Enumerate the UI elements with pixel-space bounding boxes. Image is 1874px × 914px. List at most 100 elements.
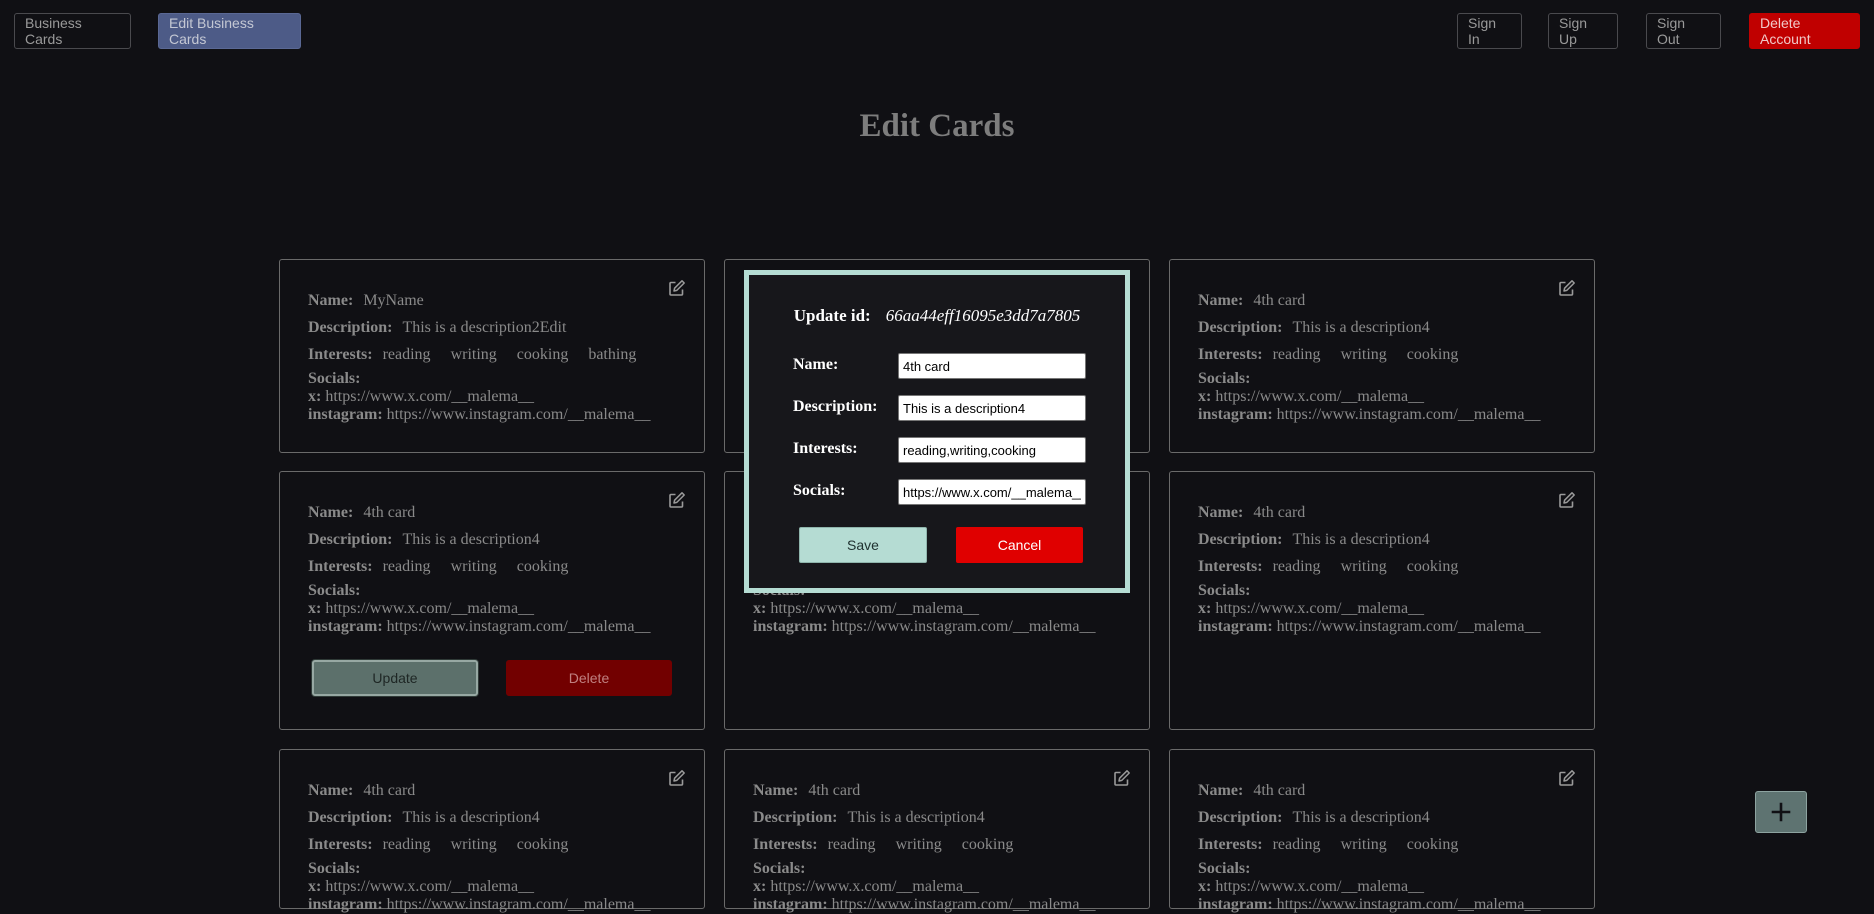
card-name: MyName xyxy=(363,292,424,309)
business-card: Name: MyName Description: This is a descri… xyxy=(279,259,705,453)
instagram-link[interactable]: https://www.instagram.com/__malema__ xyxy=(832,896,1096,913)
interest-tag: writing xyxy=(450,346,497,363)
x-label: x: xyxy=(1198,388,1212,405)
description-label: Description: xyxy=(1198,319,1283,336)
instagram-link[interactable]: https://www.instagram.com/__malema__ xyxy=(1277,896,1541,913)
name-input[interactable] xyxy=(898,353,1086,379)
business-card: Name: 4th card Description: This is a desc… xyxy=(1169,259,1595,453)
plus-icon xyxy=(1771,802,1791,822)
x-link[interactable]: https://www.x.com/__malema__ xyxy=(770,878,979,895)
interests-input[interactable] xyxy=(898,437,1086,463)
interests-label: Interests: xyxy=(308,346,373,363)
socials-label: Socials: xyxy=(308,582,361,599)
x-link[interactable]: https://www.x.com/__malema__ xyxy=(770,600,979,617)
x-label: x: xyxy=(1198,600,1212,617)
instagram-label: instagram: xyxy=(1198,896,1273,913)
delete-button[interactable]: Delete xyxy=(506,660,672,696)
interest-tag: reading xyxy=(382,558,431,575)
delete-account-button[interactable]: Delete Account xyxy=(1749,13,1860,49)
update-button[interactable]: Update xyxy=(312,660,478,696)
card-name: 4th card xyxy=(808,782,861,799)
cancel-button[interactable]: Cancel xyxy=(956,527,1083,563)
interest-tag: reading xyxy=(1272,558,1321,575)
x-label: x: xyxy=(308,878,322,895)
business-card: Name: 4th card Description: This is a desc… xyxy=(279,471,705,730)
interest-tag: writing xyxy=(450,558,497,575)
instagram-label: instagram: xyxy=(753,618,828,635)
instagram-label: instagram: xyxy=(308,896,383,913)
description-input[interactable] xyxy=(898,395,1086,421)
instagram-link[interactable]: https://www.instagram.com/__malema__ xyxy=(387,618,651,635)
modal-name-label: Name: xyxy=(793,356,839,373)
x-link[interactable]: https://www.x.com/__malema__ xyxy=(1215,878,1424,895)
instagram-link[interactable]: https://www.instagram.com/__malema__ xyxy=(832,618,1096,635)
name-label: Name: xyxy=(1198,782,1244,799)
page-title: Edit Cards xyxy=(859,108,1015,144)
save-button[interactable]: Save xyxy=(799,527,927,563)
x-link[interactable]: https://www.x.com/__malema__ xyxy=(1215,388,1424,405)
interest-tag: writing xyxy=(450,836,497,853)
card-description: This is a description4 xyxy=(402,531,540,548)
interest-tag: writing xyxy=(1340,558,1387,575)
business-card: Name: 4th card Description: This is a desc… xyxy=(1169,749,1595,913)
modal-socials-label: Socials: xyxy=(793,482,846,499)
update-modal: Update id: 66aa44eff16095e3dd7a7805 Name:… xyxy=(744,270,1130,593)
interest-tag: cooking xyxy=(516,558,569,575)
business-card: Name: 4th card Description: This is a desc… xyxy=(724,749,1150,913)
description-label: Description: xyxy=(1198,531,1283,548)
business-card: Name: 4th card Description: This is a desc… xyxy=(279,749,705,913)
interests-label: Interests: xyxy=(1198,558,1263,575)
description-label: Description: xyxy=(308,319,393,336)
interest-tag: reading xyxy=(382,346,431,363)
card-name: 4th card xyxy=(1253,782,1306,799)
nav-edit-business-cards-button[interactable]: Edit Business Cards xyxy=(158,13,301,49)
x-link[interactable]: https://www.x.com/__malema__ xyxy=(1215,600,1424,617)
modal-description-row: Description: xyxy=(793,393,1093,423)
interests-label: Interests: xyxy=(1198,346,1263,363)
description-label: Description: xyxy=(753,809,838,826)
x-label: x: xyxy=(308,388,322,405)
x-link[interactable]: https://www.x.com/__malema__ xyxy=(325,388,534,405)
socials-label: Socials: xyxy=(753,860,806,877)
interests-label: Interests: xyxy=(1198,836,1263,853)
socials-input[interactable] xyxy=(898,479,1086,505)
modal-socials-row: Socials: xyxy=(793,477,1093,507)
interest-tag: reading xyxy=(1272,346,1321,363)
card-name: 4th card xyxy=(1253,292,1306,309)
interest-tag: bathing xyxy=(588,346,637,363)
interest-tag: cooking xyxy=(1406,836,1459,853)
instagram-link[interactable]: https://www.instagram.com/__malema__ xyxy=(387,896,651,913)
instagram-link[interactable]: https://www.instagram.com/__malema__ xyxy=(1277,406,1541,423)
sign-out-button[interactable]: Sign Out xyxy=(1646,13,1721,49)
interest-tag: writing xyxy=(1340,346,1387,363)
sign-in-button[interactable]: Sign In xyxy=(1457,13,1522,49)
name-label: Name: xyxy=(308,292,354,309)
socials-label: Socials: xyxy=(308,370,361,387)
card-description: This is a description4 xyxy=(1292,809,1430,826)
x-label: x: xyxy=(753,600,767,617)
interest-tag: writing xyxy=(1340,836,1387,853)
card-description: This is a description4 xyxy=(402,809,540,826)
modal-interests-label: Interests: xyxy=(793,440,858,457)
description-label: Description: xyxy=(308,531,393,548)
nav-business-cards-button[interactable]: Business Cards xyxy=(14,13,131,49)
interests-label: Interests: xyxy=(308,558,373,575)
card-name: 4th card xyxy=(363,504,416,521)
instagram-link[interactable]: https://www.instagram.com/__malema__ xyxy=(1277,618,1541,635)
card-name: 4th card xyxy=(1253,504,1306,521)
interest-tag: cooking xyxy=(961,836,1014,853)
interest-tag: cooking xyxy=(1406,558,1459,575)
add-card-button[interactable] xyxy=(1755,791,1807,833)
instagram-link[interactable]: https://www.instagram.com/__malema__ xyxy=(387,406,651,423)
x-link[interactable]: https://www.x.com/__malema__ xyxy=(325,878,534,895)
modal-title-label: Update id: xyxy=(793,306,871,325)
x-label: x: xyxy=(1198,878,1212,895)
name-label: Name: xyxy=(1198,504,1244,521)
modal-card-id: 66aa44eff16095e3dd7a7805 xyxy=(885,306,1081,325)
name-label: Name: xyxy=(308,782,354,799)
x-link[interactable]: https://www.x.com/__malema__ xyxy=(325,600,534,617)
card-description: This is a description4 xyxy=(1292,319,1430,336)
card-description: This is a description4 xyxy=(1292,531,1430,548)
name-label: Name: xyxy=(308,504,354,521)
sign-up-button[interactable]: Sign Up xyxy=(1548,13,1618,49)
